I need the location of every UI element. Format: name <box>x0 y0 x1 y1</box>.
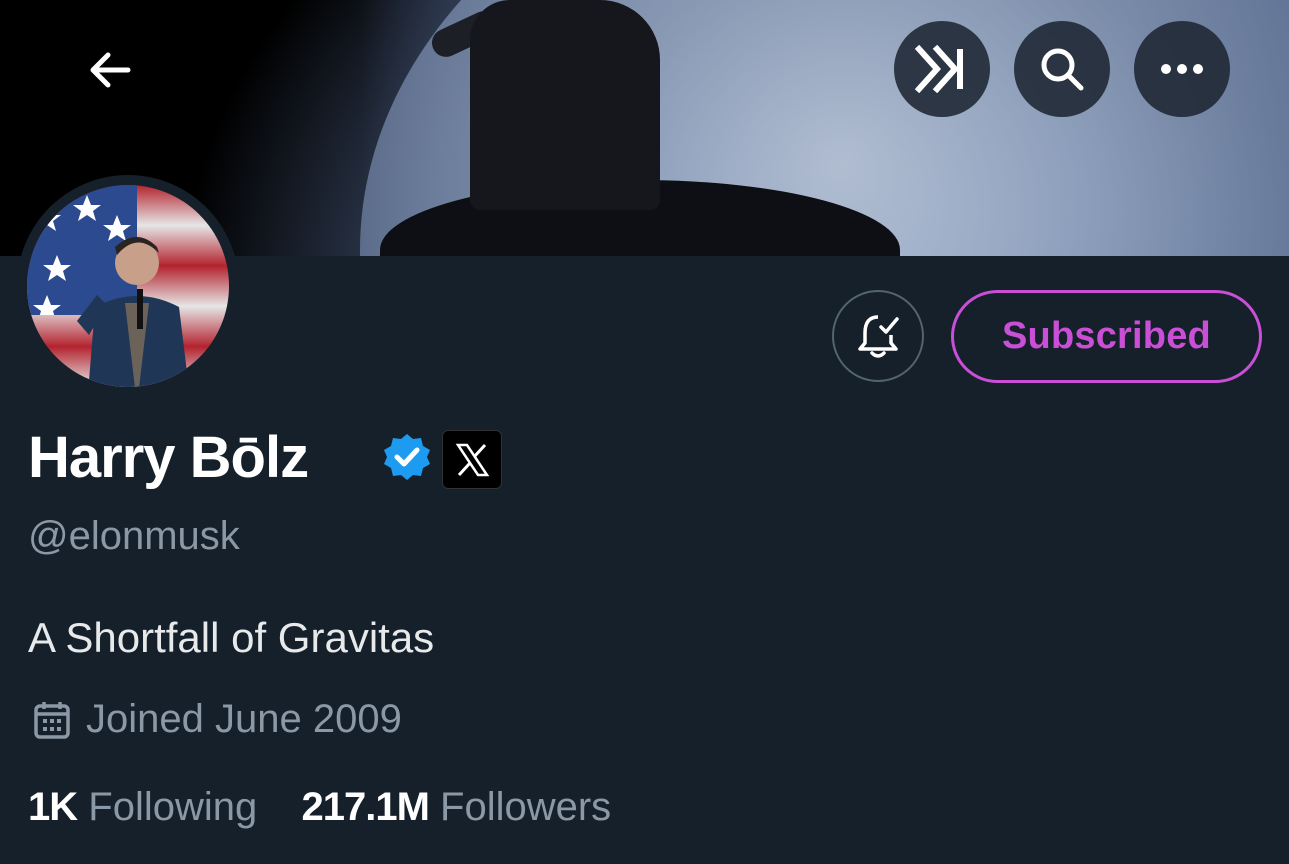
display-name: Harry Bōlz <box>28 425 309 490</box>
arrow-left-icon <box>90 52 131 88</box>
more-horizontal-icon <box>1161 64 1203 74</box>
followers-count: 217.1M <box>301 785 429 829</box>
bell-check-icon <box>858 315 899 358</box>
profile-bio: A Shortfall of Gravitas <box>28 614 435 661</box>
xai-logo-icon <box>915 45 963 93</box>
followers-link[interactable]: 217.1M Followers <box>301 785 611 829</box>
follow-stats: 1K Following 217.1M Followers <box>28 785 611 830</box>
x-logo-icon <box>455 443 490 476</box>
search-button[interactable] <box>1014 21 1110 117</box>
more-button[interactable] <box>1134 21 1230 117</box>
search-icon <box>1041 48 1084 91</box>
x-affiliation-badge[interactable] <box>442 430 502 489</box>
subscribed-button[interactable]: Subscribed <box>951 290 1262 383</box>
avatar[interactable] <box>27 185 229 387</box>
profile-handle: @elonmusk <box>28 514 240 558</box>
following-count: 1K <box>28 785 78 829</box>
following-label: Following <box>88 785 258 829</box>
joined-date: Joined June 2009 <box>86 697 402 741</box>
calendar-icon <box>34 702 70 739</box>
xai-button[interactable] <box>894 21 990 117</box>
banner-astronaut <box>470 0 660 210</box>
notifications-button[interactable] <box>832 290 924 382</box>
avatar-person <box>77 237 189 387</box>
back-button[interactable] <box>88 50 132 90</box>
verified-badge-icon <box>384 434 430 480</box>
followers-label: Followers <box>440 785 612 829</box>
following-link[interactable]: 1K Following <box>28 785 268 829</box>
